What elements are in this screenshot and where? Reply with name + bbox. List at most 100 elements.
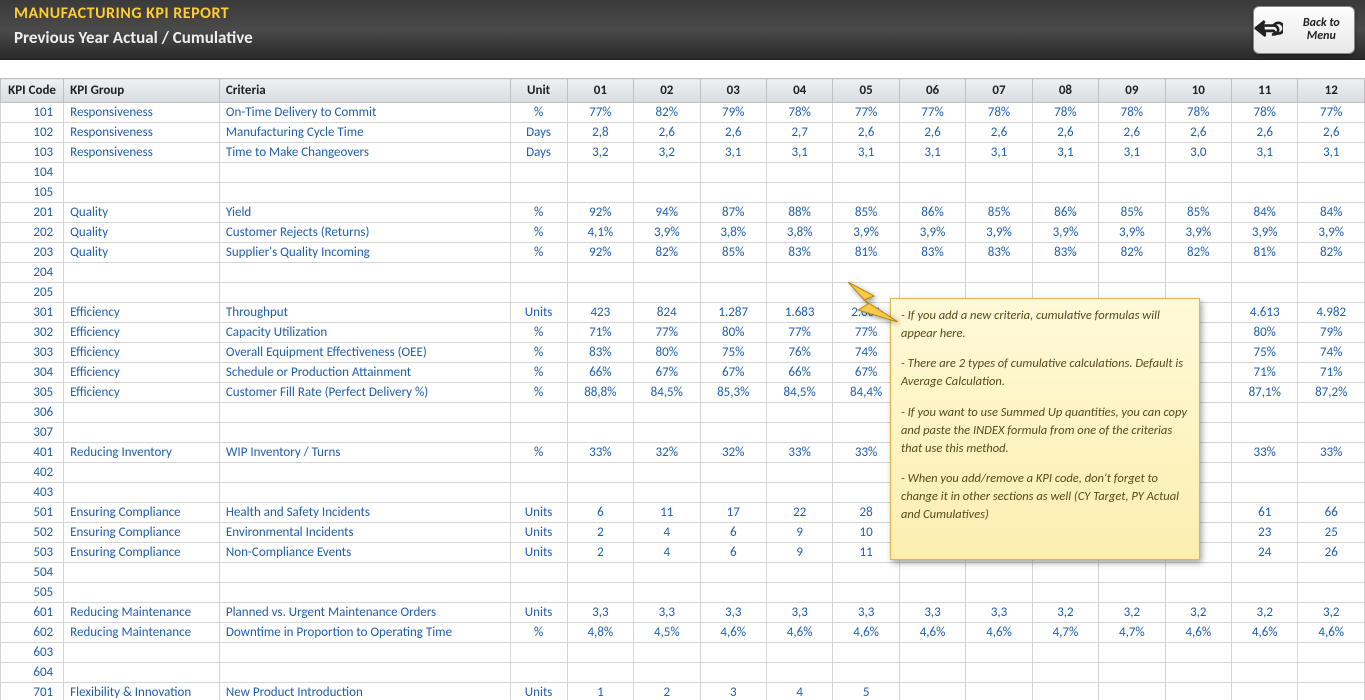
cell-value[interactable] [1099, 183, 1165, 203]
cell-value[interactable] [567, 563, 633, 583]
cell-value[interactable]: 22 [766, 503, 832, 523]
cell-value[interactable]: 4,6% [1232, 623, 1298, 643]
cell-value[interactable]: 3,1 [966, 143, 1032, 163]
cell-value[interactable]: 4.613 [1232, 303, 1298, 323]
cell-value[interactable] [1032, 683, 1098, 700]
cell-unit[interactable] [510, 403, 567, 423]
cell-value[interactable]: 80% [634, 343, 700, 363]
cell-value[interactable]: 2 [567, 523, 633, 543]
cell-value[interactable]: 66 [1298, 503, 1365, 523]
cell-value[interactable]: 66% [766, 363, 832, 383]
cell-value[interactable]: 82% [634, 103, 700, 123]
cell-value[interactable]: 75% [1232, 343, 1298, 363]
cell-unit[interactable]: Units [510, 603, 567, 623]
cell-value[interactable] [1298, 643, 1365, 663]
cell-value[interactable]: 2,6 [1099, 123, 1165, 143]
cell-criteria[interactable]: Non-Compliance Events [219, 543, 510, 563]
cell-value[interactable] [1165, 663, 1231, 683]
cell-value[interactable]: 81% [833, 243, 899, 263]
cell-group[interactable]: Efficiency [64, 343, 220, 363]
cell-value[interactable] [766, 263, 832, 283]
cell-value[interactable]: 33% [1298, 443, 1365, 463]
cell-value[interactable]: 3,1 [1032, 143, 1098, 163]
cell-value[interactable]: 82% [1165, 243, 1231, 263]
cell-group[interactable]: Efficiency [64, 303, 220, 323]
cell-value[interactable] [634, 663, 700, 683]
cell-value[interactable] [766, 563, 832, 583]
cell-unit[interactable] [510, 183, 567, 203]
cell-code[interactable]: 101 [1, 103, 64, 123]
cell-value[interactable] [899, 663, 965, 683]
cell-value[interactable]: 9 [766, 543, 832, 563]
cell-value[interactable]: 4,5% [634, 623, 700, 643]
cell-value[interactable]: 2,7 [766, 123, 832, 143]
cell-unit[interactable]: % [510, 363, 567, 383]
cell-value[interactable] [700, 483, 766, 503]
cell-value[interactable] [1232, 183, 1298, 203]
cell-value[interactable]: 24 [1232, 543, 1298, 563]
cell-unit[interactable]: % [510, 243, 567, 263]
cell-unit[interactable]: Days [510, 123, 567, 143]
cell-value[interactable] [700, 283, 766, 303]
cell-value[interactable]: 78% [766, 103, 832, 123]
cell-value[interactable] [1165, 643, 1231, 663]
cell-value[interactable]: 86% [899, 203, 965, 223]
cell-criteria[interactable]: On-Time Delivery to Commit [219, 103, 510, 123]
cell-value[interactable]: 1.287 [700, 303, 766, 323]
cell-value[interactable] [1032, 563, 1098, 583]
cell-value[interactable]: 824 [634, 303, 700, 323]
cell-value[interactable]: 71% [1298, 363, 1365, 383]
cell-group[interactable]: Ensuring Compliance [64, 503, 220, 523]
cell-value[interactable] [766, 183, 832, 203]
cell-value[interactable] [1232, 263, 1298, 283]
cell-criteria[interactable]: Schedule or Production Attainment [219, 363, 510, 383]
cell-value[interactable] [766, 163, 832, 183]
cell-value[interactable]: 84,5% [766, 383, 832, 403]
cell-group[interactable] [64, 583, 220, 603]
cell-value[interactable] [634, 163, 700, 183]
cell-value[interactable]: 5 [833, 683, 899, 700]
cell-value[interactable]: 79% [700, 103, 766, 123]
cell-value[interactable] [1298, 163, 1365, 183]
cell-criteria[interactable] [219, 663, 510, 683]
cell-value[interactable] [899, 163, 965, 183]
header-month-08[interactable]: 08 [1032, 79, 1098, 103]
table-row[interactable]: 101ResponsivenessOn-Time Delivery to Com… [1, 103, 1365, 123]
cell-value[interactable]: 3,3 [634, 603, 700, 623]
cell-value[interactable]: 77% [833, 103, 899, 123]
cell-value[interactable]: 83% [766, 243, 832, 263]
header-month-10[interactable]: 10 [1165, 79, 1231, 103]
cell-unit[interactable]: % [510, 343, 567, 363]
cell-value[interactable] [1099, 263, 1165, 283]
cell-value[interactable] [833, 263, 899, 283]
cell-code[interactable]: 302 [1, 323, 64, 343]
cell-value[interactable] [966, 563, 1032, 583]
header-month-04[interactable]: 04 [766, 79, 832, 103]
cell-value[interactable] [1298, 663, 1365, 683]
cell-value[interactable] [1032, 183, 1098, 203]
cell-value[interactable]: 4,6% [1298, 623, 1365, 643]
cell-criteria[interactable] [219, 643, 510, 663]
cell-value[interactable] [1099, 563, 1165, 583]
cell-unit[interactable]: Days [510, 143, 567, 163]
back-to-menu-button[interactable]: Back to Menu [1253, 6, 1355, 54]
cell-value[interactable]: 32% [634, 443, 700, 463]
cell-value[interactable]: 3,3 [966, 603, 1032, 623]
cell-value[interactable]: 78% [1099, 103, 1165, 123]
cell-group[interactable] [64, 183, 220, 203]
cell-value[interactable]: 3,3 [899, 603, 965, 623]
cell-unit[interactable]: % [510, 103, 567, 123]
cell-unit[interactable]: Units [510, 503, 567, 523]
cell-value[interactable] [1032, 583, 1098, 603]
cell-value[interactable] [567, 643, 633, 663]
header-unit[interactable]: Unit [510, 79, 567, 103]
cell-unit[interactable]: % [510, 223, 567, 243]
cell-criteria[interactable]: Overall Equipment Effectiveness (OEE) [219, 343, 510, 363]
cell-value[interactable] [1165, 263, 1231, 283]
cell-criteria[interactable]: Health and Safety Incidents [219, 503, 510, 523]
cell-value[interactable] [1298, 263, 1365, 283]
cell-value[interactable] [966, 683, 1032, 700]
cell-value[interactable]: 6 [567, 503, 633, 523]
cell-value[interactable]: 3,3 [833, 603, 899, 623]
cell-value[interactable] [1232, 483, 1298, 503]
